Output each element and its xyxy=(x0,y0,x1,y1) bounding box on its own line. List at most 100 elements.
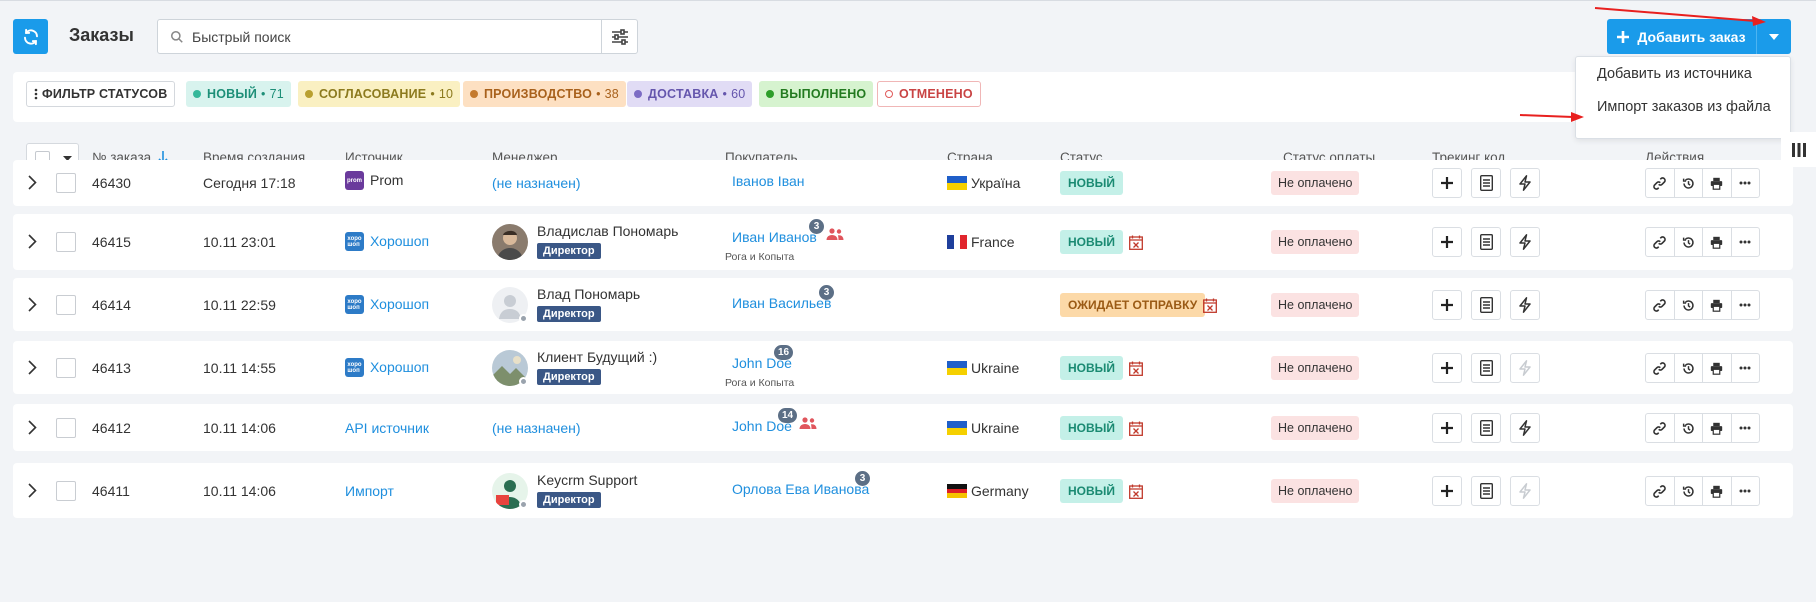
order-status-badge[interactable]: НОВЫЙ xyxy=(1060,416,1124,440)
link-button[interactable] xyxy=(1646,477,1675,505)
more-button[interactable] xyxy=(1732,414,1760,442)
link-button[interactable] xyxy=(1646,291,1675,319)
payment-status-badge[interactable]: Не оплачено xyxy=(1271,230,1360,254)
expand-row-button[interactable] xyxy=(28,483,37,498)
source-name[interactable]: Prom xyxy=(370,172,403,188)
document-button[interactable] xyxy=(1471,413,1501,443)
history-button[interactable] xyxy=(1675,169,1703,197)
source-name[interactable]: API источник xyxy=(345,420,429,436)
add-tracking-button[interactable] xyxy=(1432,290,1462,320)
link-button[interactable] xyxy=(1646,414,1675,442)
status-chip[interactable]: НОВЫЙ • 71 xyxy=(186,81,291,107)
status-chip[interactable]: ВЫПОЛНЕНО xyxy=(759,81,874,107)
print-button[interactable] xyxy=(1703,228,1732,256)
document-button[interactable] xyxy=(1471,476,1501,506)
source-name[interactable]: Хорошоп xyxy=(370,296,429,312)
print-button[interactable] xyxy=(1703,354,1732,382)
document-button[interactable] xyxy=(1471,227,1501,257)
status-chip[interactable]: ДОСТАВКА • 60 xyxy=(627,81,753,107)
row-checkbox[interactable] xyxy=(56,295,76,315)
add-tracking-button[interactable] xyxy=(1432,413,1462,443)
quick-action-button[interactable] xyxy=(1510,227,1540,257)
order-status-badge[interactable]: НОВЫЙ xyxy=(1060,356,1124,380)
status-chip[interactable]: ПРОИЗВОДСТВО • 38 xyxy=(463,81,626,107)
document-button[interactable] xyxy=(1471,290,1501,320)
calendar-x-icon xyxy=(1129,361,1143,376)
manager-name[interactable]: Влад Пономарь xyxy=(537,286,640,302)
more-button[interactable] xyxy=(1732,477,1760,505)
add-tracking-button[interactable] xyxy=(1432,227,1462,257)
payment-status-badge[interactable]: Не оплачено xyxy=(1271,356,1360,380)
print-button[interactable] xyxy=(1703,169,1732,197)
row-checkbox[interactable] xyxy=(56,173,76,193)
print-button[interactable] xyxy=(1703,291,1732,319)
manager-name[interactable]: Владислав Пономарь xyxy=(537,223,678,239)
row-checkbox[interactable] xyxy=(56,358,76,378)
country-name: Ukraine xyxy=(971,420,1020,436)
document-button[interactable] xyxy=(1471,168,1501,198)
status-chip[interactable]: СОГЛАСОВАНИЕ • 10 xyxy=(298,81,461,107)
buyer-name[interactable]: Орлова Ева Иванова xyxy=(732,481,869,497)
history-button[interactable] xyxy=(1675,228,1703,256)
payment-status-badge[interactable]: Не оплачено xyxy=(1271,416,1360,440)
more-button[interactable] xyxy=(1732,228,1760,256)
quick-action-button[interactable] xyxy=(1510,413,1540,443)
quick-action-button[interactable] xyxy=(1510,290,1540,320)
buyer-name[interactable]: Иван Иванов xyxy=(732,229,817,245)
order-status-badge[interactable]: НОВЫЙ xyxy=(1060,171,1124,195)
expand-row-button[interactable] xyxy=(28,175,37,190)
expand-row-button[interactable] xyxy=(28,297,37,312)
add-order-menu-toggle[interactable] xyxy=(1757,19,1791,54)
payment-status-badge[interactable]: Не оплачено xyxy=(1271,171,1360,195)
status-chip[interactable]: ОТМЕНЕНО xyxy=(877,81,981,107)
manager-unassigned[interactable]: (не назначен) xyxy=(492,420,581,436)
link-button[interactable] xyxy=(1646,169,1675,197)
chevron-right-icon xyxy=(28,297,37,312)
online-status-dot xyxy=(519,500,528,509)
search-input[interactable] xyxy=(192,20,587,53)
expand-row-button[interactable] xyxy=(28,420,37,435)
status-filter-button[interactable]: ФИЛЬТР СТАТУСОВ xyxy=(26,81,176,107)
history-button[interactable] xyxy=(1675,354,1703,382)
link-button[interactable] xyxy=(1646,228,1675,256)
expand-row-button[interactable] xyxy=(28,360,37,375)
row-checkbox[interactable] xyxy=(56,481,76,501)
source-name[interactable]: Хорошоп xyxy=(370,233,429,249)
refresh-button[interactable] xyxy=(13,19,48,54)
source-name[interactable]: Импорт xyxy=(345,483,394,499)
more-button[interactable] xyxy=(1732,354,1760,382)
add-tracking-button[interactable] xyxy=(1432,476,1462,506)
manager-unassigned[interactable]: (не назначен) xyxy=(492,175,581,191)
more-button[interactable] xyxy=(1732,291,1760,319)
status-chip-label: СОГЛАСОВАНИЕ xyxy=(319,87,427,101)
menu-import-orders-from-file[interactable]: Импорт заказов из файла xyxy=(1597,99,1771,115)
order-status-badge[interactable]: НОВЫЙ xyxy=(1060,230,1124,254)
order-status-badge[interactable]: ОЖИДАЕТ ОТПРАВКУ xyxy=(1060,293,1206,317)
menu-add-from-source[interactable]: Добавить из источника xyxy=(1597,66,1752,82)
print-button[interactable] xyxy=(1703,414,1732,442)
add-order-button[interactable]: Добавить заказ xyxy=(1607,19,1756,54)
expand-row-button[interactable] xyxy=(28,234,37,249)
history-button[interactable] xyxy=(1675,477,1703,505)
buyer-name[interactable]: Иван Васильев xyxy=(732,295,831,311)
source-name[interactable]: Хорошоп xyxy=(370,359,429,375)
add-tracking-button[interactable] xyxy=(1432,353,1462,383)
history-button[interactable] xyxy=(1675,291,1703,319)
history-button[interactable] xyxy=(1675,414,1703,442)
payment-status-badge[interactable]: Не оплачено xyxy=(1271,479,1360,503)
more-button[interactable] xyxy=(1732,169,1760,197)
manager-name[interactable]: Клиент Будущий :) xyxy=(537,349,657,365)
document-button[interactable] xyxy=(1471,353,1501,383)
print-button[interactable] xyxy=(1703,477,1732,505)
search-filter-button[interactable] xyxy=(601,20,637,53)
link-button[interactable] xyxy=(1646,354,1675,382)
order-status-badge[interactable]: НОВЫЙ xyxy=(1060,479,1124,503)
plus-icon xyxy=(1441,236,1453,248)
quick-action-button[interactable] xyxy=(1510,168,1540,198)
payment-status-badge[interactable]: Не оплачено xyxy=(1271,293,1360,317)
buyer-name[interactable]: Іванов Іван xyxy=(732,173,805,189)
manager-name[interactable]: Keycrm Support xyxy=(537,472,637,488)
add-tracking-button[interactable] xyxy=(1432,168,1462,198)
row-checkbox[interactable] xyxy=(56,418,76,438)
row-checkbox[interactable] xyxy=(56,232,76,252)
